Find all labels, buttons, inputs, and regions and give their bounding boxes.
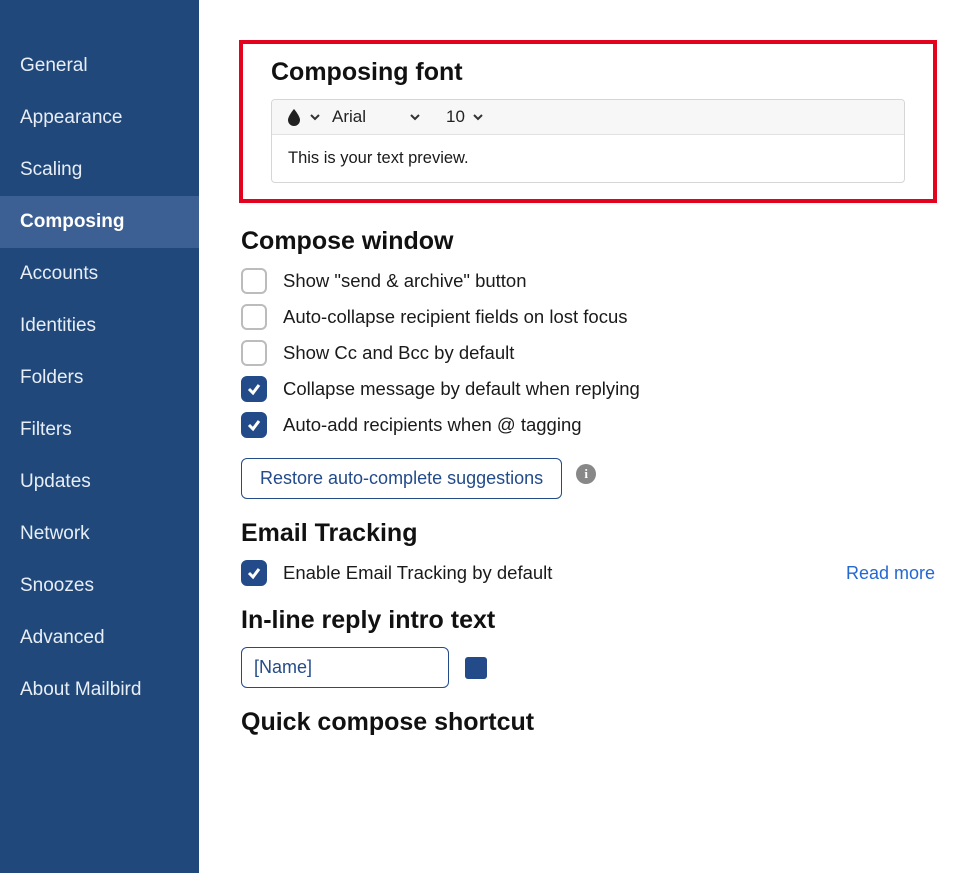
option-show-cc-bcc: Show Cc and Bcc by default [241,340,935,366]
quick-compose-section: Quick compose shortcut [239,708,937,737]
font-family-value: Arial [332,107,402,127]
email-tracking-heading: Email Tracking [241,519,935,548]
option-label: Show "send & archive" button [283,270,527,292]
sidebar-item-folders[interactable]: Folders [0,352,199,404]
sidebar-item-advanced[interactable]: Advanced [0,612,199,664]
sidebar-item-appearance[interactable]: Appearance [0,92,199,144]
checkbox-send-archive[interactable] [241,268,267,294]
checkbox-auto-collapse[interactable] [241,304,267,330]
checkbox-email-tracking[interactable] [241,560,267,586]
option-send-archive: Show "send & archive" button [241,268,935,294]
chevron-down-icon [308,110,322,124]
sidebar-item-composing[interactable]: Composing [0,196,199,248]
inline-reply-section: In-line reply intro text [239,606,937,688]
option-email-tracking: Enable Email Tracking by default Read mo… [241,560,935,586]
option-auto-collapse-recipients: Auto-collapse recipient fields on lost f… [241,304,935,330]
font-color-picker[interactable] [286,108,322,126]
option-label: Enable Email Tracking by default [283,562,552,584]
sidebar-item-general[interactable]: General [0,40,199,92]
checkbox-collapse-message[interactable] [241,376,267,402]
sidebar-item-updates[interactable]: Updates [0,456,199,508]
inline-reply-heading: In-line reply intro text [241,606,935,635]
email-tracking-section: Email Tracking Enable Email Tracking by … [239,519,937,586]
compose-window-section: Compose window Show "send & archive" but… [239,227,937,499]
check-icon [246,381,262,397]
restore-autocomplete-button[interactable]: Restore auto-complete suggestions [241,458,562,499]
option-auto-add-recipients: Auto-add recipients when @ tagging [241,412,935,438]
checkbox-auto-add[interactable] [241,412,267,438]
inline-reply-color-swatch[interactable] [465,657,487,679]
font-size-select[interactable]: 10 [432,107,485,127]
quick-compose-heading: Quick compose shortcut [241,708,935,737]
sidebar-item-scaling[interactable]: Scaling [0,144,199,196]
read-more-link[interactable]: Read more [846,563,935,584]
composing-font-panel: Arial 10 This is your text preview. [271,99,905,183]
option-collapse-message: Collapse message by default when replyin… [241,376,935,402]
font-preview-text: This is your text preview. [272,135,904,182]
inline-reply-input[interactable] [241,647,449,688]
sidebar-item-about[interactable]: About Mailbird [0,664,199,716]
chevron-down-icon [471,110,485,124]
drop-icon [286,108,302,126]
font-toolbar: Arial 10 [272,100,904,135]
chevron-down-icon [408,110,422,124]
option-label: Show Cc and Bcc by default [283,342,514,364]
check-icon [246,565,262,581]
sidebar-item-snoozes[interactable]: Snoozes [0,560,199,612]
compose-window-heading: Compose window [241,227,935,256]
settings-sidebar: General Appearance Scaling Composing Acc… [0,0,199,873]
font-family-select[interactable]: Arial [332,107,422,127]
checkbox-show-cc-bcc[interactable] [241,340,267,366]
sidebar-item-network[interactable]: Network [0,508,199,560]
font-size-value: 10 [446,107,465,127]
check-icon [246,417,262,433]
option-label: Auto-collapse recipient fields on lost f… [283,306,628,328]
sidebar-item-accounts[interactable]: Accounts [0,248,199,300]
info-icon[interactable]: i [576,464,596,484]
sidebar-item-filters[interactable]: Filters [0,404,199,456]
option-label: Collapse message by default when replyin… [283,378,640,400]
composing-font-heading: Composing font [271,58,905,87]
sidebar-item-identities[interactable]: Identities [0,300,199,352]
settings-content: Composing font Arial 10 This is your tex… [199,0,977,873]
composing-font-highlight: Composing font Arial 10 This is your tex… [239,40,937,203]
option-label: Auto-add recipients when @ tagging [283,414,582,436]
